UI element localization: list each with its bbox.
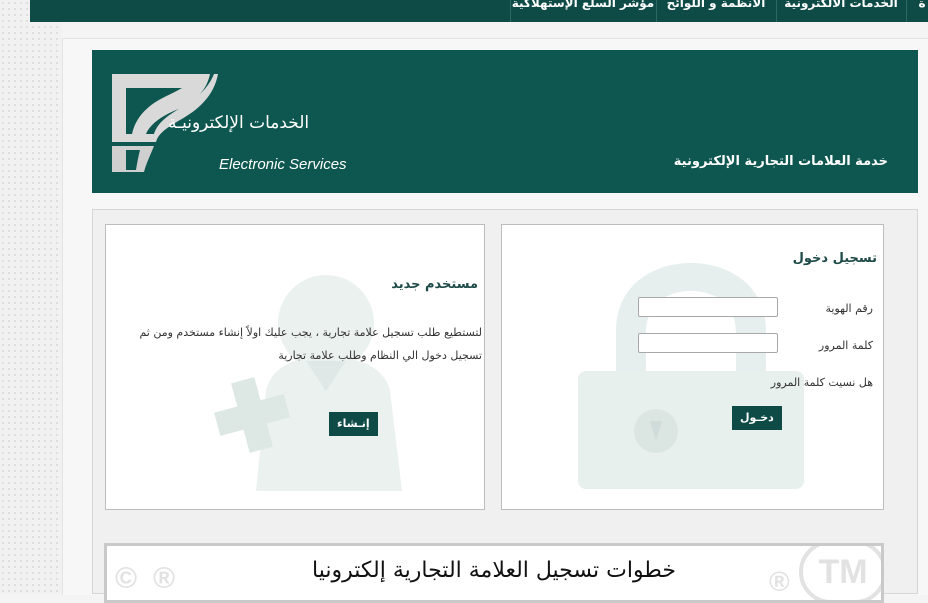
register-description-line-1: لتستطيع طلب تسجيل علامة تجارية ، يجب علي… bbox=[139, 326, 482, 339]
register-panel: مستخدم جديد لتستطيع طلب تسجيل علامة تجار… bbox=[105, 224, 485, 510]
login-button[interactable]: دخـول bbox=[732, 406, 782, 430]
register-description-line-2: تسجيل دخول الي النظام وطلب علامة تجارية bbox=[278, 349, 482, 362]
top-navigation: ة الخدمات الالكترونية الانظمة و اللوائح … bbox=[30, 0, 928, 22]
background-texture bbox=[0, 0, 62, 594]
password-label: كلمة المرور bbox=[818, 339, 873, 352]
password-input[interactable] bbox=[638, 333, 778, 353]
nav-item-eservices[interactable]: الخدمات الالكترونية bbox=[776, 0, 905, 22]
forgot-password-link[interactable]: هل نسيت كلمة المرور bbox=[771, 376, 873, 389]
steps-title: خطوات تسجيل العلامة التجارية إلكترونيا bbox=[312, 558, 676, 583]
register-title: مستخدم جديد bbox=[391, 277, 478, 292]
login-panel: تسجيل دخول رقم الهوية كلمة المرور هل نسي… bbox=[501, 224, 884, 510]
nav-item-regulations[interactable]: الانظمة و اللوائح bbox=[656, 0, 775, 22]
create-account-button[interactable]: إنـشاء bbox=[329, 412, 378, 436]
service-title: خدمة العلامات التجارية الإلكترونية bbox=[673, 154, 888, 169]
login-title: تسجيل دخول bbox=[792, 251, 877, 266]
logo-arabic-text: الخدمات الإلكترونيـة bbox=[168, 113, 310, 133]
id-label: رقم الهوية bbox=[825, 302, 873, 315]
id-input[interactable] bbox=[638, 297, 778, 317]
nav-item-partial[interactable]: ة bbox=[906, 0, 928, 22]
nav-item-consumer-index[interactable]: مؤشر السلع الإستهلاكية bbox=[510, 0, 655, 22]
header-banner: الخدمات الإلكترونيـة Electronic Services… bbox=[92, 50, 918, 193]
logo-english-text: Electronic Services bbox=[219, 156, 347, 173]
new-user-watermark-icon bbox=[214, 275, 402, 491]
steps-banner: © ® ® TM خطوات تسجيل العلامة التجارية إل… bbox=[104, 543, 884, 603]
